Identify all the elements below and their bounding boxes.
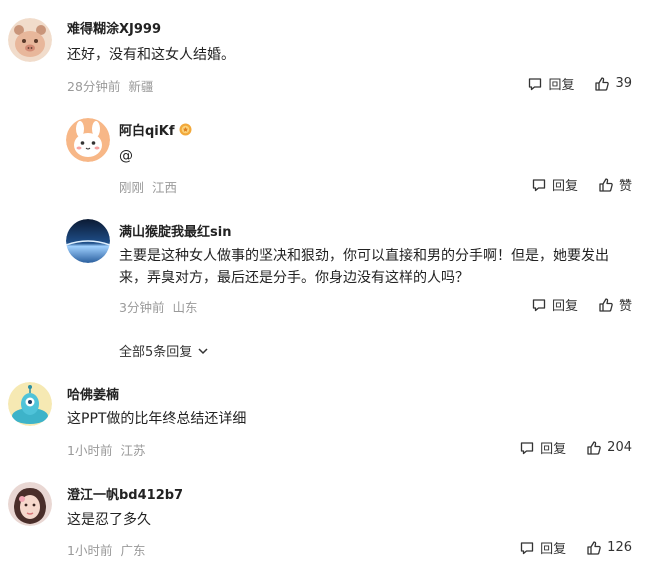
reply-label: 回复 bbox=[540, 542, 567, 557]
comment-bubble-icon bbox=[532, 298, 546, 311]
like-count: 126 bbox=[607, 540, 632, 555]
comment-text: 主要是这种女人做事的坚决和狠劲，你可以直接和男的分手啊！但是，她要发出来，弄臭对… bbox=[119, 248, 609, 286]
reply-label: 回复 bbox=[540, 442, 567, 457]
comment-item: 哈佛姜楠 这PPT做的比年终总结还详细 1小时前 江苏 回复 204 bbox=[0, 370, 660, 465]
avatar[interactable] bbox=[66, 118, 110, 162]
like-label: 赞 bbox=[618, 299, 632, 314]
reply-button[interactable]: 回复 bbox=[531, 175, 578, 194]
girl-photo-icon bbox=[8, 482, 52, 526]
username-text[interactable]: 阿白qiKf bbox=[119, 120, 175, 139]
comment-actions: 回复 126 bbox=[519, 538, 632, 557]
like-count: 39 bbox=[615, 76, 632, 91]
chevron-down-icon bbox=[198, 347, 208, 354]
comment-meta: 刚刚 江西 bbox=[119, 177, 177, 196]
like-button[interactable]: 204 bbox=[586, 440, 632, 456]
location: 江苏 bbox=[120, 443, 146, 458]
comment-text: 这PPT做的比年终总结还详细 bbox=[67, 411, 247, 427]
location: 广东 bbox=[120, 543, 146, 558]
like-button[interactable]: 赞 bbox=[598, 295, 632, 314]
comment-text: @ bbox=[119, 148, 133, 164]
comment-text: 还好，没有和这女人结婚。 bbox=[67, 47, 235, 63]
username[interactable]: 澄江一帆bd412b7 bbox=[67, 484, 183, 503]
thumbs-up-icon bbox=[599, 297, 613, 312]
comment-actions: 回复 赞 bbox=[531, 175, 632, 194]
like-button[interactable]: 126 bbox=[586, 540, 632, 556]
thumbs-up-icon bbox=[595, 76, 610, 91]
comment-bubble-icon bbox=[529, 77, 542, 90]
time-ago: 1小时前 bbox=[67, 543, 113, 558]
comment-actions: 回复 39 bbox=[527, 74, 632, 93]
reply-button[interactable]: 回复 bbox=[531, 295, 578, 314]
earth-horizon-icon bbox=[66, 219, 110, 263]
reply-item: 阿白qiKf @ 刚刚 江西 回复 赞 bbox=[0, 100, 660, 205]
comment-meta: 28分钟前 新疆 bbox=[67, 76, 153, 95]
time-ago: 刚刚 bbox=[119, 180, 145, 195]
time-ago: 1小时前 bbox=[67, 443, 113, 458]
reply-label: 回复 bbox=[551, 299, 578, 314]
comment-bubble-icon bbox=[532, 178, 546, 191]
comment-meta: 1小时前 广东 bbox=[67, 540, 145, 559]
username[interactable]: 难得糊涂XJ999 bbox=[67, 18, 161, 37]
location: 江西 bbox=[152, 180, 178, 195]
reply-label: 回复 bbox=[548, 78, 575, 93]
expand-replies-label: 全部5条回复 bbox=[119, 345, 193, 360]
username[interactable]: 哈佛姜楠 bbox=[67, 384, 119, 403]
reply-button[interactable]: 回复 bbox=[527, 74, 574, 93]
comment-meta: 3分钟前 山东 bbox=[119, 297, 197, 316]
avatar[interactable] bbox=[8, 382, 52, 426]
thumbs-up-icon bbox=[599, 177, 613, 192]
bunny-face-icon bbox=[66, 118, 110, 162]
comment-bubble-icon bbox=[521, 541, 534, 554]
alien-cartoon-icon bbox=[8, 382, 52, 426]
thumbs-up-icon bbox=[587, 540, 601, 555]
bear-face-icon bbox=[8, 18, 52, 62]
reply-label: 回复 bbox=[551, 179, 578, 194]
avatar[interactable] bbox=[8, 18, 52, 62]
like-button[interactable]: 赞 bbox=[598, 175, 632, 194]
medal-badge-icon bbox=[179, 123, 191, 136]
reply-item: 满山猴腚我最红sin 主要是这种女人做事的坚决和狠劲，你可以直接和男的分手啊！但… bbox=[0, 205, 660, 335]
username: 阿白qiKf bbox=[119, 120, 192, 139]
avatar[interactable] bbox=[66, 219, 110, 263]
comment-item: 澄江一帆bd412b7 这是忍了多久 1小时前 广东 回复 126 bbox=[0, 470, 660, 567]
comment-bubble-icon bbox=[521, 441, 534, 454]
comment-meta: 1小时前 江苏 bbox=[67, 440, 145, 459]
expand-replies-button[interactable]: 全部5条回复 bbox=[119, 341, 210, 360]
location: 山东 bbox=[172, 300, 198, 315]
username[interactable]: 满山猴腚我最红sin bbox=[119, 221, 231, 240]
comment-actions: 回复 赞 bbox=[531, 295, 632, 314]
reply-button[interactable]: 回复 bbox=[519, 538, 566, 557]
like-button[interactable]: 39 bbox=[594, 76, 632, 92]
time-ago: 3分钟前 bbox=[119, 300, 165, 315]
time-ago: 28分钟前 bbox=[67, 79, 121, 94]
comment-text: 这是忍了多久 bbox=[67, 512, 151, 528]
reply-button[interactable]: 回复 bbox=[519, 438, 566, 457]
avatar[interactable] bbox=[8, 482, 52, 526]
comment-actions: 回复 204 bbox=[519, 438, 632, 457]
location: 新疆 bbox=[128, 79, 154, 94]
like-label: 赞 bbox=[618, 179, 632, 194]
like-count: 204 bbox=[607, 440, 632, 455]
comment-item: 难得糊涂XJ999 还好，没有和这女人结婚。 28分钟前 新疆 回复 39 bbox=[0, 0, 660, 100]
thumbs-up-icon bbox=[587, 440, 601, 455]
